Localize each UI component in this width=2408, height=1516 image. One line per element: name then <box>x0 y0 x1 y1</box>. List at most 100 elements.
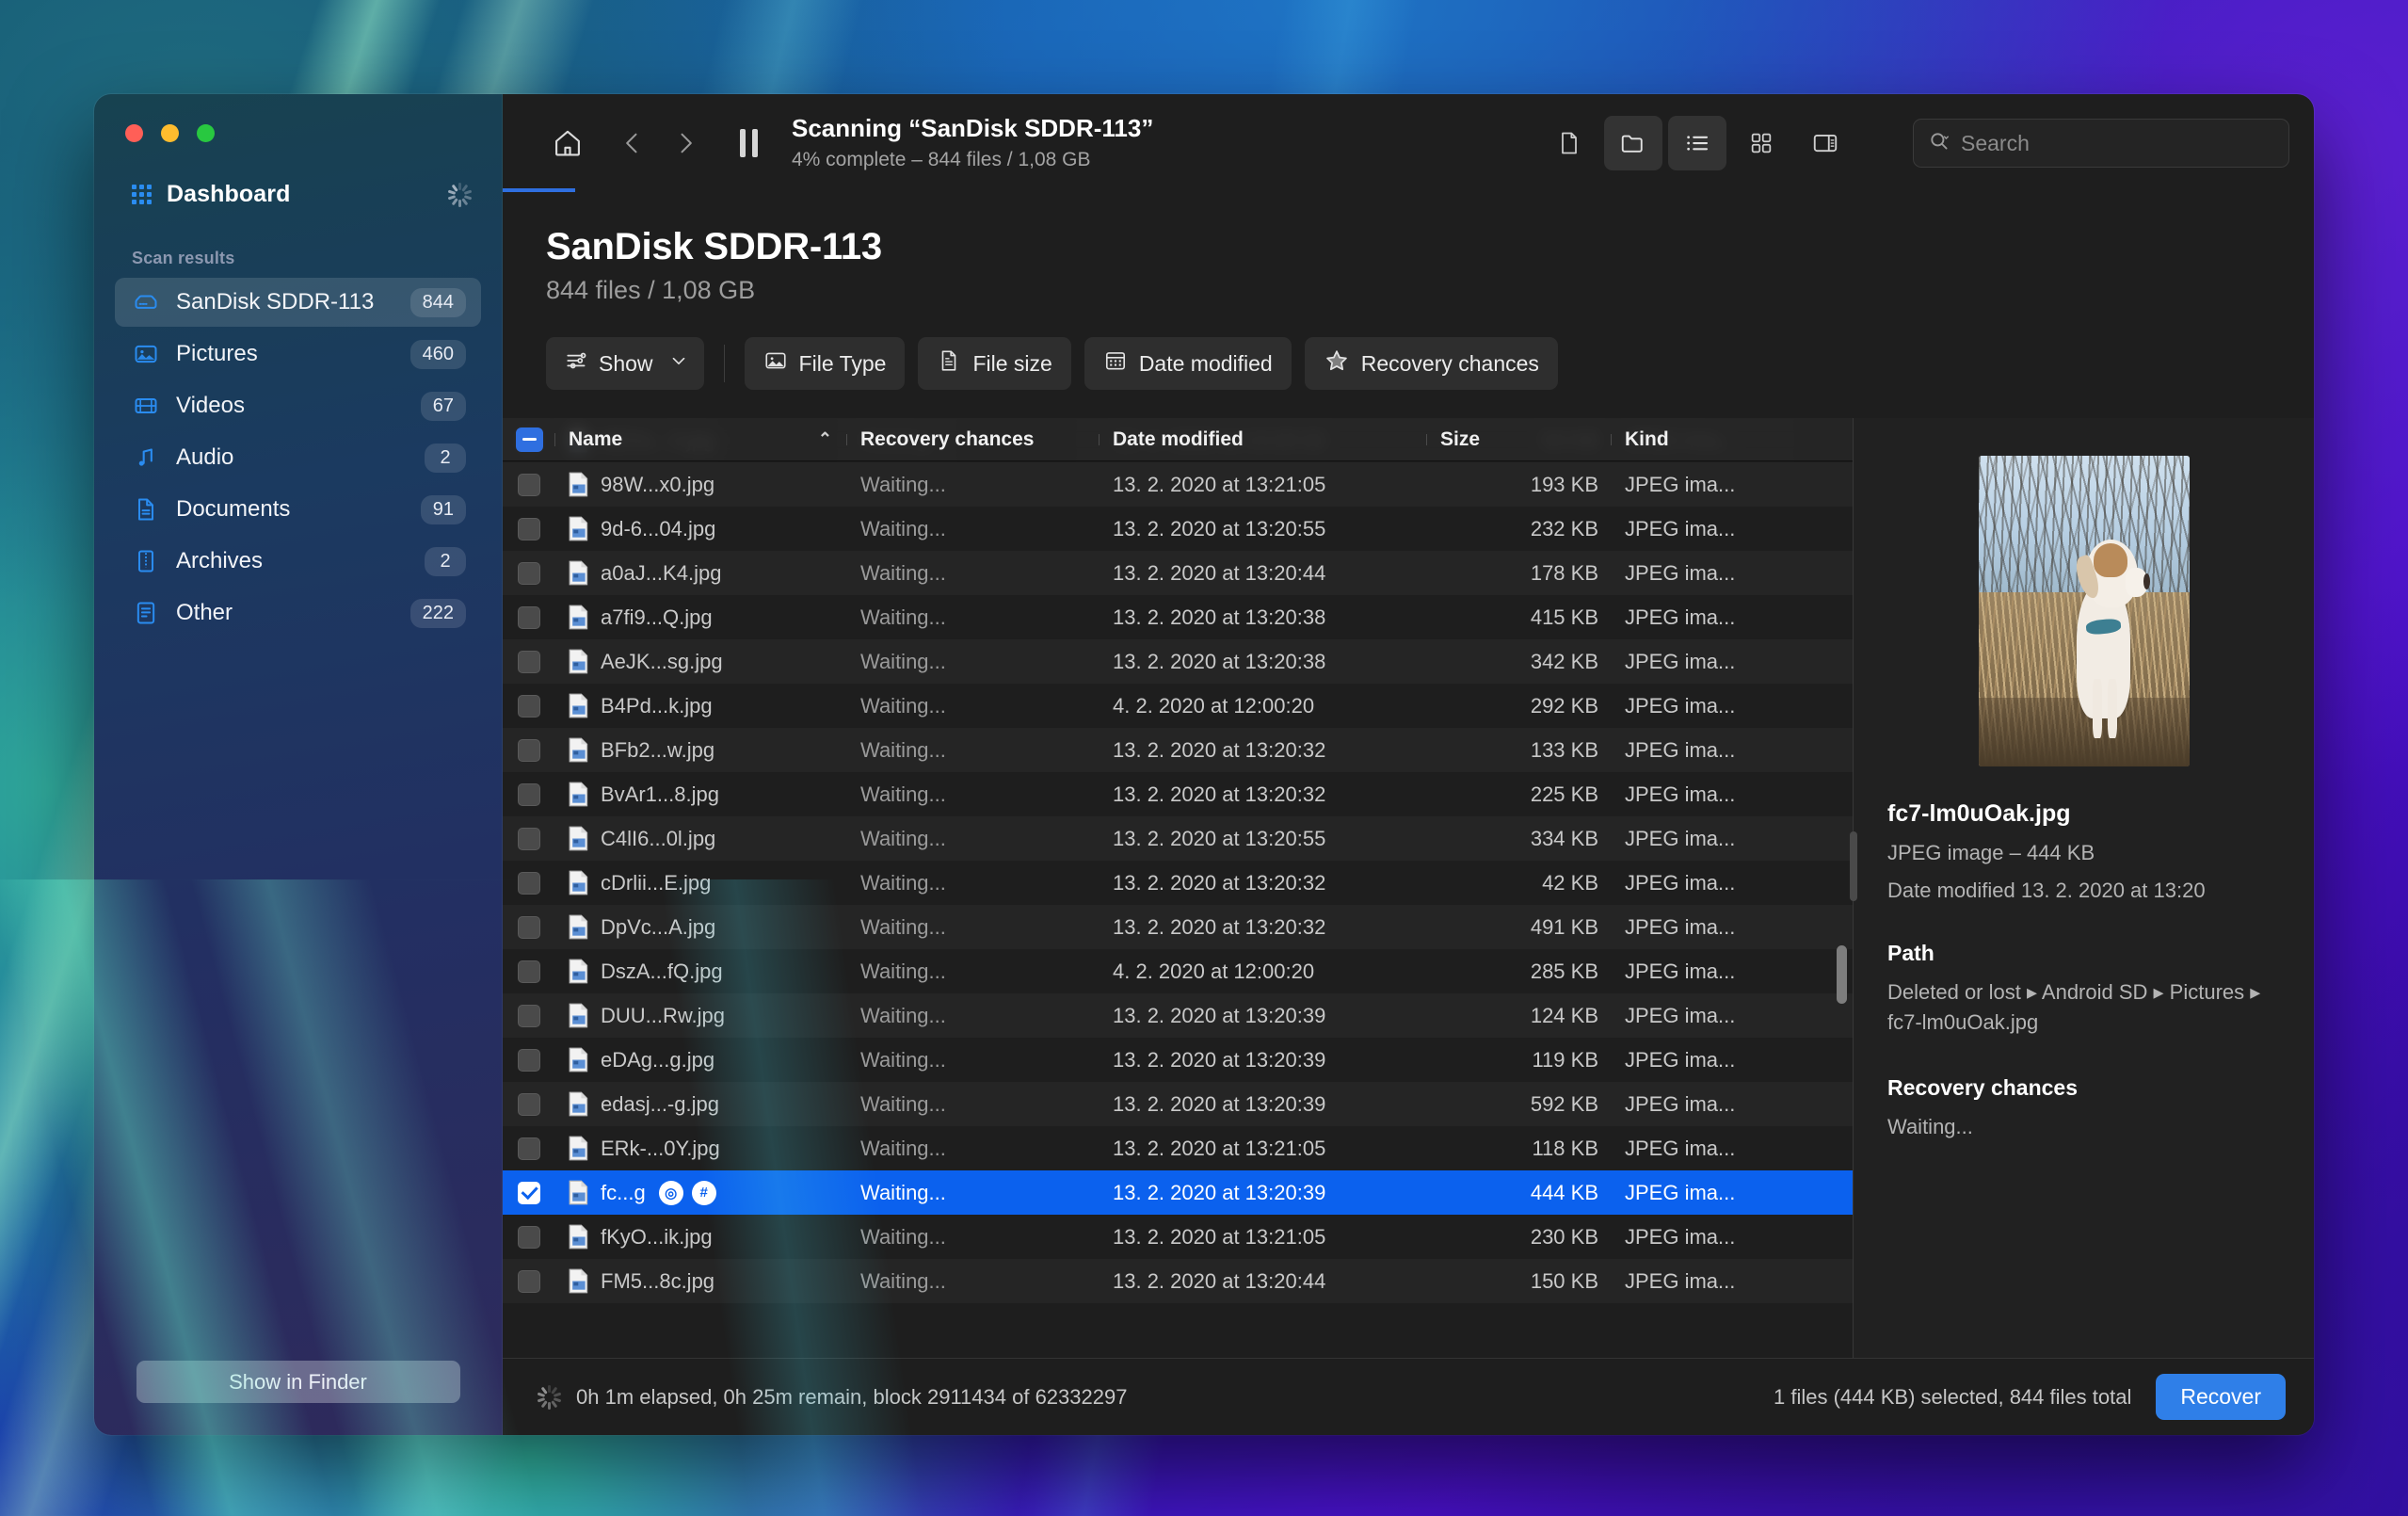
sidebar-toggle-icon[interactable] <box>1796 116 1854 170</box>
table-row[interactable]: 98W...x0.jpgWaiting...13. 2. 2020 at 13:… <box>503 462 1853 507</box>
pause-icon[interactable] <box>740 129 758 157</box>
sidebar-item-archives[interactable]: Archives 2 <box>115 537 481 586</box>
main-area: Scanning “SanDisk SDDR-113” 4% complete … <box>503 94 2314 1435</box>
file-view-icon[interactable] <box>1540 116 1598 170</box>
row-name: 98W...x0.jpg <box>555 472 847 497</box>
sidebar-item-dashboard[interactable]: Dashboard <box>120 172 483 217</box>
hash-icon[interactable]: # <box>692 1181 716 1205</box>
row-checkbox[interactable] <box>503 739 555 762</box>
filter-divider <box>724 345 725 382</box>
table-row[interactable]: fKyO...ik.jpgWaiting...13. 2. 2020 at 13… <box>503 1215 1853 1259</box>
panel-resize-handle[interactable] <box>1850 831 1857 901</box>
sidebar-item-documents[interactable]: Documents 91 <box>115 485 481 534</box>
row-checkbox[interactable] <box>503 872 555 895</box>
column-header-recovery-label: Recovery chances <box>860 428 1034 451</box>
table-row[interactable]: BFb2...w.jpgWaiting...13. 2. 2020 at 13:… <box>503 728 1853 772</box>
scrollbar-thumb[interactable] <box>1837 945 1847 1004</box>
table-row[interactable]: FM5...8c.jpgWaiting...13. 2. 2020 at 13:… <box>503 1259 1853 1303</box>
table-row[interactable]: 9d-6...04.jpgWaiting...13. 2. 2020 at 13… <box>503 507 1853 551</box>
row-checkbox[interactable] <box>503 1137 555 1160</box>
column-header-recovery-chances[interactable]: Recovery chances <box>847 428 1100 451</box>
row-checkbox[interactable] <box>503 1093 555 1116</box>
zoom-button[interactable] <box>197 124 215 142</box>
table-row[interactable]: a7fi9...Q.jpgWaiting...13. 2. 2020 at 13… <box>503 595 1853 639</box>
recover-button[interactable]: Recover <box>2156 1374 2286 1420</box>
row-kind: JPEG ima... <box>1612 694 1781 718</box>
sidebar-item-sandisk-sddr-113[interactable]: SanDisk SDDR-113 844 <box>115 278 481 327</box>
folder-view-icon[interactable] <box>1604 116 1662 170</box>
preview-eye-icon[interactable]: ◎ <box>659 1181 683 1205</box>
back-button[interactable] <box>614 121 651 165</box>
dashboard-label: Dashboard <box>167 181 290 208</box>
row-checkbox[interactable] <box>503 651 555 673</box>
column-header-date-modified[interactable]: Date modified <box>1100 428 1427 451</box>
minimize-button[interactable] <box>161 124 179 142</box>
search-icon <box>1927 129 1951 158</box>
select-all-checkbox[interactable] <box>503 427 555 452</box>
archive-icon <box>132 547 160 575</box>
recovery-chances-filter-label: Recovery chances <box>1361 351 1539 377</box>
row-checkbox[interactable] <box>503 518 555 540</box>
sidebar-item-videos[interactable]: Videos 67 <box>115 381 481 430</box>
search-input[interactable]: Search <box>1913 119 2289 168</box>
row-name-text: BvAr1...8.jpg <box>601 782 719 807</box>
date-modified-filter-button[interactable]: Date modified <box>1084 337 1292 390</box>
row-checkbox[interactable] <box>503 562 555 585</box>
table-row[interactable]: AeJK...sg.jpgWaiting...13. 2. 2020 at 13… <box>503 639 1853 684</box>
row-checkbox[interactable] <box>503 1005 555 1027</box>
show-in-finder-button[interactable]: Show in Finder <box>136 1361 460 1403</box>
row-recovery: Waiting... <box>847 694 1100 718</box>
sidebar-item-audio[interactable]: Audio 2 <box>115 433 481 482</box>
file-size-filter-button[interactable]: File size <box>918 337 1070 390</box>
table-row[interactable]: edasj...-g.jpgWaiting...13. 2. 2020 at 1… <box>503 1082 1853 1126</box>
status-selection-text: 1 files (444 KB) selected, 844 files tot… <box>1774 1385 2131 1410</box>
column-header-size[interactable]: Size <box>1427 428 1612 451</box>
file-size-filter-label: File size <box>972 351 1051 377</box>
close-button[interactable] <box>125 124 143 142</box>
row-checkbox[interactable] <box>503 1049 555 1072</box>
recovery-chances-filter-button[interactable]: Recovery chances <box>1305 337 1558 390</box>
app-window: Dashboard Scan results SanDisk SDDR-113 … <box>94 94 2314 1435</box>
preview-path-value: Deleted or lost ▸ Android SD ▸ Pictures … <box>1887 977 2280 1038</box>
row-kind: JPEG ima... <box>1612 1004 1781 1028</box>
row-checkbox[interactable] <box>503 1226 555 1249</box>
scan-status: Scanning “SanDisk SDDR-113” 4% complete … <box>792 113 1153 173</box>
table-row[interactable]: C4lI6...0l.jpgWaiting...13. 2. 2020 at 1… <box>503 816 1853 861</box>
table-row[interactable]: B4Pd...k.jpgWaiting...4. 2. 2020 at 12:0… <box>503 684 1853 728</box>
row-checkbox[interactable] <box>503 783 555 806</box>
row-checkbox[interactable] <box>503 1270 555 1293</box>
row-checkbox[interactable] <box>503 474 555 496</box>
row-checkbox[interactable] <box>503 828 555 850</box>
home-icon[interactable] <box>546 121 589 165</box>
table-row[interactable]: DszA...fQ.jpgWaiting...4. 2. 2020 at 12:… <box>503 949 1853 993</box>
sidebar-item-pictures[interactable]: Pictures 460 <box>115 330 481 379</box>
table-row[interactable]: cDrlii...E.jpgWaiting...13. 2. 2020 at 1… <box>503 861 1853 905</box>
row-checkbox[interactable] <box>503 695 555 718</box>
forward-button[interactable] <box>666 121 704 165</box>
table-row[interactable]: fc...g◎#Waiting...13. 2. 2020 at 13:20:3… <box>503 1170 1853 1215</box>
column-header-name[interactable]: Name ⌃ <box>555 428 847 451</box>
row-checkbox[interactable] <box>503 916 555 939</box>
table-row[interactable]: eDAg...g.jpgWaiting...13. 2. 2020 at 13:… <box>503 1038 1853 1082</box>
table-row[interactable]: ERk-...0Y.jpgWaiting...13. 2. 2020 at 13… <box>503 1126 1853 1170</box>
table-row[interactable]: DpVc...A.jpgWaiting...13. 2. 2020 at 13:… <box>503 905 1853 949</box>
sidebar-item-count: 844 <box>410 288 466 317</box>
row-date: 13. 2. 2020 at 13:20:32 <box>1100 871 1427 895</box>
row-checkbox[interactable] <box>503 606 555 629</box>
table-row[interactable]: a0aJ...K4.jpgWaiting...13. 2. 2020 at 13… <box>503 551 1853 595</box>
show-filter-button[interactable]: Show <box>546 337 704 390</box>
grid-view-icon[interactable] <box>1732 116 1790 170</box>
row-size: 415 KB <box>1427 605 1612 630</box>
page-title: SanDisk SDDR-113 <box>546 226 2314 268</box>
list-view-icon[interactable] <box>1668 116 1726 170</box>
row-checkbox[interactable] <box>503 960 555 983</box>
jpeg-file-icon <box>569 516 589 541</box>
sidebar-item-other[interactable]: Other 222 <box>115 589 481 637</box>
table-row[interactable]: BvAr1...8.jpgWaiting...13. 2. 2020 at 13… <box>503 772 1853 816</box>
row-checkbox[interactable] <box>503 1182 555 1204</box>
column-header-kind[interactable]: Kind <box>1612 428 1781 451</box>
table-row[interactable]: DUU...Rw.jpgWaiting...13. 2. 2020 at 13:… <box>503 993 1853 1038</box>
row-name: cDrlii...E.jpg <box>555 870 847 895</box>
file-type-filter-button[interactable]: File Type <box>745 337 906 390</box>
table-scrollbar[interactable] <box>1836 465 1848 1354</box>
